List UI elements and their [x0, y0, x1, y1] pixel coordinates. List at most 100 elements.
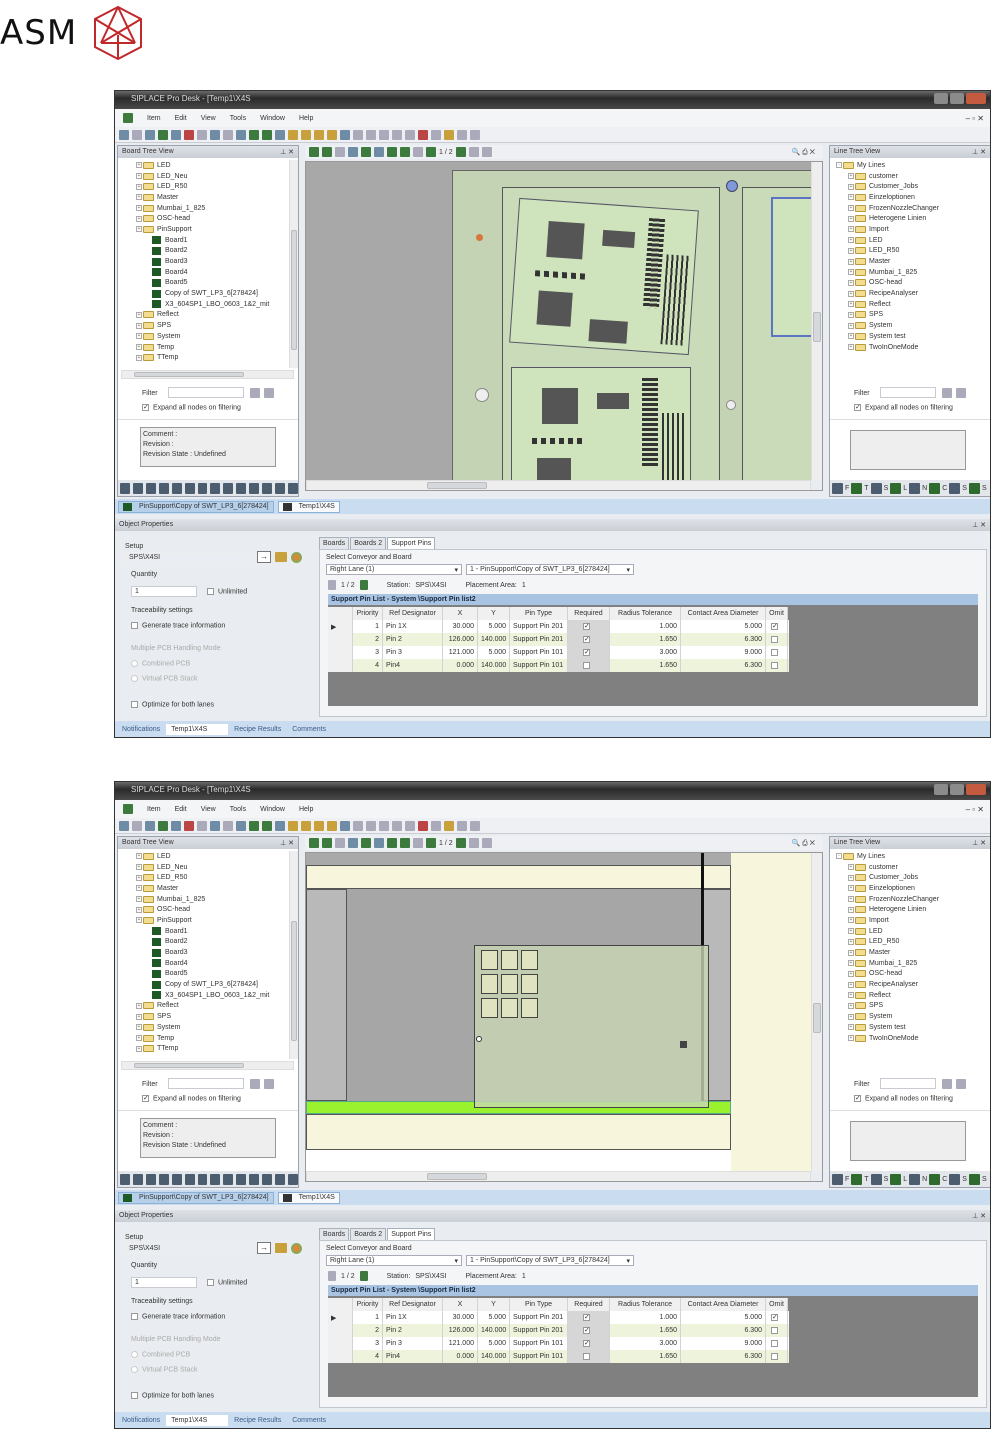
pin-close-icon[interactable]: ⊥ ✕ [280, 839, 294, 847]
required-checkbox[interactable]: ✓ [583, 636, 590, 643]
tree-item[interactable]: + System [830, 1011, 980, 1022]
toolbar-button[interactable] [184, 820, 194, 831]
tree-item[interactable]: + RecipeAnalyser [830, 288, 980, 299]
tree-item[interactable]: Copy of SWT_LP3_6[278424] [118, 288, 288, 299]
toolbar-button[interactable] [184, 129, 194, 140]
view-icon[interactable] [249, 482, 260, 494]
canvas-tool-button[interactable] [413, 147, 423, 157]
pcb-board[interactable] [474, 945, 709, 1108]
toolbar-button[interactable] [392, 820, 402, 831]
tree-item[interactable]: + LED_R50 [118, 181, 288, 192]
toolbar-button[interactable] [288, 129, 298, 140]
expand-icon[interactable]: + [136, 183, 142, 190]
toolbar-button[interactable] [366, 820, 376, 831]
toolbar-button[interactable] [431, 820, 441, 831]
toolbar-button[interactable] [119, 820, 129, 831]
toolbar-button[interactable] [353, 129, 363, 140]
expand-icon[interactable]: + [848, 864, 854, 871]
expand-icon[interactable]: + [848, 290, 854, 297]
open-folder-button[interactable] [275, 552, 287, 562]
expand-icon[interactable]: + [848, 992, 854, 999]
toolbar-button[interactable] [119, 129, 129, 140]
expand-icon[interactable]: + [136, 205, 142, 212]
canvas-tool-button[interactable] [309, 147, 319, 157]
toolbar-button[interactable] [314, 820, 324, 831]
bottom-tab[interactable]: Recipe Results [229, 724, 286, 735]
tree-item[interactable]: Board2 [118, 937, 288, 948]
zoom-icon[interactable]: 🔍 ⎙ ✕ [791, 148, 815, 157]
expand-icon[interactable]: + [848, 906, 854, 913]
vertical-scrollbar[interactable] [289, 160, 298, 368]
tree-item[interactable]: + SPS [830, 1001, 980, 1012]
quantity-input[interactable]: 1 [131, 1277, 197, 1288]
tree-item[interactable]: + Master [118, 192, 288, 203]
expand-icon[interactable]: + [136, 226, 142, 233]
expand-icon[interactable]: + [848, 301, 854, 308]
required-checkbox[interactable] [583, 662, 590, 669]
tree-item[interactable]: + Mumbai_1_825 [830, 958, 980, 969]
unlimited-checkbox[interactable]: Unlimited [207, 1279, 247, 1286]
board-dropdown[interactable]: 1 - PinSupport\Copy of SWT_LP3_6[278424]… [466, 564, 634, 575]
apply-filter-icon[interactable] [250, 388, 260, 398]
canvas-tool-button[interactable] [348, 147, 358, 157]
toolbar-button[interactable] [392, 129, 402, 140]
tree-item[interactable]: + TwoInOneMode [830, 342, 980, 353]
expand-icon[interactable]: + [136, 162, 142, 169]
toolbar-button[interactable] [366, 129, 376, 140]
combined-pcb-radio[interactable]: Combined PCB [131, 1351, 190, 1358]
maximize-button[interactable] [950, 784, 964, 795]
menu-view[interactable]: View [201, 115, 216, 122]
expand-icon[interactable]: + [848, 333, 854, 340]
canvas-tool-button[interactable] [400, 838, 410, 848]
clear-filter-icon[interactable] [264, 388, 274, 398]
view-icon[interactable] [870, 1173, 882, 1185]
virtual-pcb-radio[interactable]: Virtual PCB Stack [131, 1366, 198, 1373]
apply-filter-icon[interactable] [250, 1079, 260, 1089]
quantity-input[interactable]: 1 [131, 586, 197, 597]
menu-view[interactable]: View [201, 806, 216, 813]
toolbar-button[interactable] [327, 129, 337, 140]
tree-item[interactable]: + System test [830, 1022, 980, 1033]
pcb-panel-cell[interactable] [521, 950, 538, 970]
view-icon[interactable] [145, 482, 156, 494]
pcb-board[interactable] [509, 197, 699, 356]
table-row[interactable]: ▶ 1 Pin 1X 30.000 5.000 Support Pin 201 … [328, 620, 789, 633]
tree-item[interactable]: Board1 [118, 926, 288, 937]
view-icon[interactable] [223, 482, 234, 494]
bottom-tab[interactable]: Notifications [117, 1415, 165, 1426]
tree-item[interactable]: + Reflect [118, 1001, 288, 1012]
prev-page-icon[interactable] [328, 580, 336, 590]
toolbar-button[interactable] [236, 129, 246, 140]
expand-icon[interactable]: + [136, 885, 142, 892]
tree-item[interactable]: + FrozenNozzleChanger [830, 894, 980, 905]
tree-item[interactable]: + PinSupport [118, 224, 288, 235]
tree-item[interactable]: Board1 [118, 235, 288, 246]
column-header[interactable]: Required [568, 1298, 610, 1311]
toolbar-button[interactable] [223, 129, 233, 140]
tree-item[interactable]: Board3 [118, 256, 288, 267]
tree-item[interactable]: + Einzeloptionen [830, 192, 980, 203]
column-header[interactable]: Priority [353, 607, 383, 620]
tree-item[interactable]: - My Lines [830, 160, 980, 171]
column-header[interactable]: Contact Area Diameter [681, 607, 766, 620]
station-icon[interactable] [291, 552, 302, 563]
expand-icon[interactable]: + [848, 928, 854, 935]
tree-item[interactable]: X3_604SP1_LBO_0603_1&2_mit [118, 990, 288, 1001]
tab-support-pins[interactable]: Support Pins [387, 1228, 436, 1240]
toolbar-button[interactable] [418, 820, 428, 831]
toolbar-button[interactable] [132, 820, 142, 831]
apply-filter-icon[interactable] [942, 388, 952, 398]
expand-icon[interactable]: + [848, 205, 854, 212]
virtual-pcb-radio[interactable]: Virtual PCB Stack [131, 675, 198, 682]
tree-item[interactable]: - My Lines [830, 851, 980, 862]
expand-icon[interactable]: + [136, 1002, 142, 1009]
toolbar-button[interactable] [327, 820, 337, 831]
column-header[interactable]: X [443, 607, 478, 620]
column-header[interactable]: Omit [766, 607, 788, 620]
combined-pcb-radio[interactable]: Combined PCB [131, 660, 190, 667]
tree-item[interactable]: + LED_R50 [830, 246, 980, 257]
view-icon[interactable] [236, 1173, 247, 1185]
tree-item[interactable]: + LED_R50 [118, 872, 288, 883]
expand-icon[interactable]: + [848, 949, 854, 956]
filter-input[interactable] [880, 1078, 936, 1089]
